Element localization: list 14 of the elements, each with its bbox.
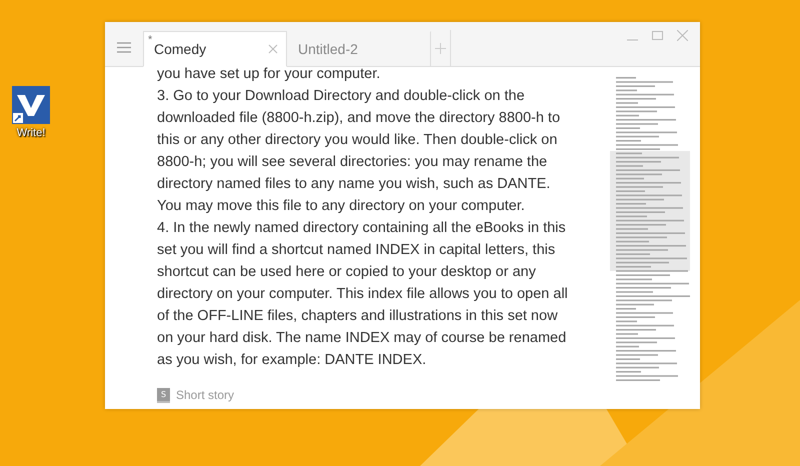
text-paragraph: you have set up for your computer. bbox=[157, 67, 382, 84]
close-icon[interactable] bbox=[677, 30, 688, 41]
mode-badge: S bbox=[157, 388, 170, 402]
plus-icon[interactable] bbox=[435, 42, 446, 54]
maximize-icon[interactable] bbox=[652, 30, 663, 41]
modified-marker: * bbox=[148, 34, 152, 46]
tab[interactable]: Untitled-2 bbox=[287, 31, 431, 67]
mode-label[interactable]: Short story bbox=[176, 388, 234, 402]
app-shortcut-icon[interactable] bbox=[12, 86, 50, 124]
text-paragraph: 3. Go to your Download Directory and double-click on the downloaded file (8800-h.zip), and move the directory 8800-h to this or any other directory you would like. Then double-click on 8800-h; you will see several directories: you may rename the directory named files to any name you wish, such as DANTE. You may move this file to any directory on your computer. bbox=[157, 87, 562, 216]
close-icon[interactable] bbox=[268, 44, 278, 54]
tab[interactable]: *Comedy bbox=[143, 31, 287, 67]
text-paragraph: 4. In the newly named directory containing all the eBooks in this set you will find a shortcut named INDEX in capital letters, this shortcut can be used here or copied to your desktop or any directory on your computer. This index file allows you to open all of the OFF-LINE files, chapters and illustrations in this set now on your hard disk. The name INDEX may of course be renamed as you wish, for example: DANTE INDEX. bbox=[157, 219, 569, 370]
icon-label: Write! bbox=[16, 127, 46, 139]
